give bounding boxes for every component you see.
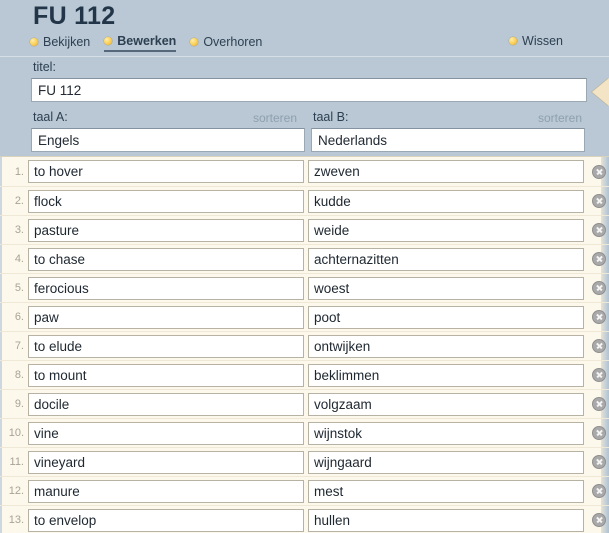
delete-row-icon[interactable]: [592, 484, 606, 498]
lang-a-input[interactable]: [31, 128, 305, 152]
term-a-input[interactable]: [28, 450, 304, 474]
row-number: 12.: [8, 485, 24, 497]
bullet-icon: [104, 37, 113, 45]
nav-item-bekijken[interactable]: Bekijken: [30, 35, 90, 51]
table-row: 2.: [0, 186, 609, 215]
nav-right-group: Wissen: [509, 34, 563, 50]
row-number: 1.: [14, 165, 24, 178]
nav-item-label: Wissen: [522, 34, 563, 48]
term-a-input[interactable]: [28, 334, 304, 358]
term-a-input[interactable]: [28, 218, 304, 242]
term-a-input[interactable]: [28, 363, 304, 387]
term-b-input[interactable]: [308, 334, 584, 358]
term-b-input[interactable]: [308, 218, 584, 242]
term-b-input[interactable]: [308, 392, 584, 416]
nav-item-label: Overhoren: [203, 35, 263, 49]
term-a-input[interactable]: [28, 247, 304, 271]
app-root: FU 112 Bekijken Bewerken Overhoren Wisse…: [0, 0, 609, 533]
navigation-bar: Bekijken Bewerken Overhoren Wissen: [0, 34, 609, 56]
table-row: 9.: [0, 389, 609, 418]
delete-row-icon[interactable]: [592, 426, 606, 440]
nav-item-label: Bewerken: [117, 34, 177, 48]
table-row: 12.: [0, 476, 609, 505]
term-b-input[interactable]: [308, 479, 584, 503]
row-number: 7.: [14, 340, 24, 352]
word-list-panel: 1. 2. 3. 4. 5. 6. 7. 8. 9. 10. 11. 12. 13.: [0, 156, 609, 533]
term-a-input[interactable]: [28, 421, 304, 445]
table-row: 1.: [0, 157, 609, 186]
row-number: 5.: [14, 282, 24, 294]
term-b-input[interactable]: [308, 305, 584, 329]
sort-lang-a-link[interactable]: sorteren: [253, 111, 297, 125]
delete-row-icon[interactable]: [592, 455, 606, 469]
delete-row-icon[interactable]: [592, 397, 606, 411]
row-number: 13.: [8, 514, 24, 526]
row-number: 8.: [14, 369, 24, 381]
row-number: 11.: [9, 456, 24, 468]
delete-row-icon[interactable]: [592, 194, 606, 208]
term-b-input[interactable]: [308, 247, 584, 271]
delete-row-icon[interactable]: [592, 164, 606, 179]
delete-row-icon[interactable]: [592, 252, 606, 266]
table-row: 4.: [0, 244, 609, 273]
delete-row-icon[interactable]: [592, 223, 606, 237]
delete-row-icon[interactable]: [592, 339, 606, 353]
table-row: 8.: [0, 360, 609, 389]
lang-b-input[interactable]: [311, 128, 585, 152]
term-a-input[interactable]: [28, 508, 304, 532]
table-row: 3.: [0, 215, 609, 244]
row-number: 4.: [14, 253, 24, 265]
bullet-icon: [30, 38, 38, 46]
table-row: 5.: [0, 273, 609, 302]
term-b-input[interactable]: [308, 160, 584, 183]
row-number: 10.: [8, 427, 24, 439]
row-number: 9.: [14, 398, 24, 410]
word-list-rows: 1. 2. 3. 4. 5. 6. 7. 8. 9. 10. 11. 12. 13.: [0, 157, 609, 533]
nav-item-overhoren[interactable]: Overhoren: [190, 35, 262, 51]
row-number: 3.: [14, 224, 24, 236]
delete-row-icon[interactable]: [592, 310, 606, 324]
title-label: titel:: [33, 60, 56, 74]
term-a-input[interactable]: [28, 479, 304, 503]
page-title: FU 112: [33, 2, 116, 30]
delete-row-icon[interactable]: [592, 513, 606, 527]
table-row: 10.: [0, 418, 609, 447]
delete-row-icon[interactable]: [592, 281, 606, 295]
lang-a-label: taal A:: [33, 110, 68, 124]
nav-item-wissen[interactable]: Wissen: [509, 34, 563, 50]
term-a-input[interactable]: [28, 305, 304, 329]
term-a-input[interactable]: [28, 276, 304, 300]
table-row: 6.: [0, 302, 609, 331]
lang-b-label: taal B:: [313, 110, 349, 124]
nav-divider: [0, 56, 609, 57]
nav-item-bewerken[interactable]: Bewerken: [104, 34, 177, 52]
term-b-input[interactable]: [308, 508, 584, 532]
bullet-icon: [509, 37, 518, 45]
delete-row-icon[interactable]: [592, 368, 606, 382]
term-b-input[interactable]: [308, 189, 584, 213]
term-b-input[interactable]: [308, 450, 584, 474]
bullet-icon: [190, 38, 199, 46]
nav-left-group: Bekijken Bewerken Overhoren: [30, 34, 262, 52]
form-area: titel: taal A: sorteren taal B: sorteren: [0, 58, 609, 154]
table-row: 13.: [0, 505, 609, 533]
term-a-input[interactable]: [28, 392, 304, 416]
term-b-input[interactable]: [308, 276, 584, 300]
nav-item-label: Bekijken: [43, 35, 91, 49]
term-a-input[interactable]: [28, 160, 304, 183]
row-number: 6.: [14, 311, 24, 323]
table-row: 7.: [0, 331, 609, 360]
term-b-input[interactable]: [308, 421, 584, 445]
edge-arrow-icon: [592, 78, 609, 106]
sort-lang-b-link[interactable]: sorteren: [538, 111, 582, 125]
table-row: 11.: [0, 447, 609, 476]
term-a-input[interactable]: [28, 189, 304, 213]
title-input[interactable]: [31, 78, 587, 102]
term-b-input[interactable]: [308, 363, 584, 387]
row-number: 2.: [14, 195, 24, 207]
